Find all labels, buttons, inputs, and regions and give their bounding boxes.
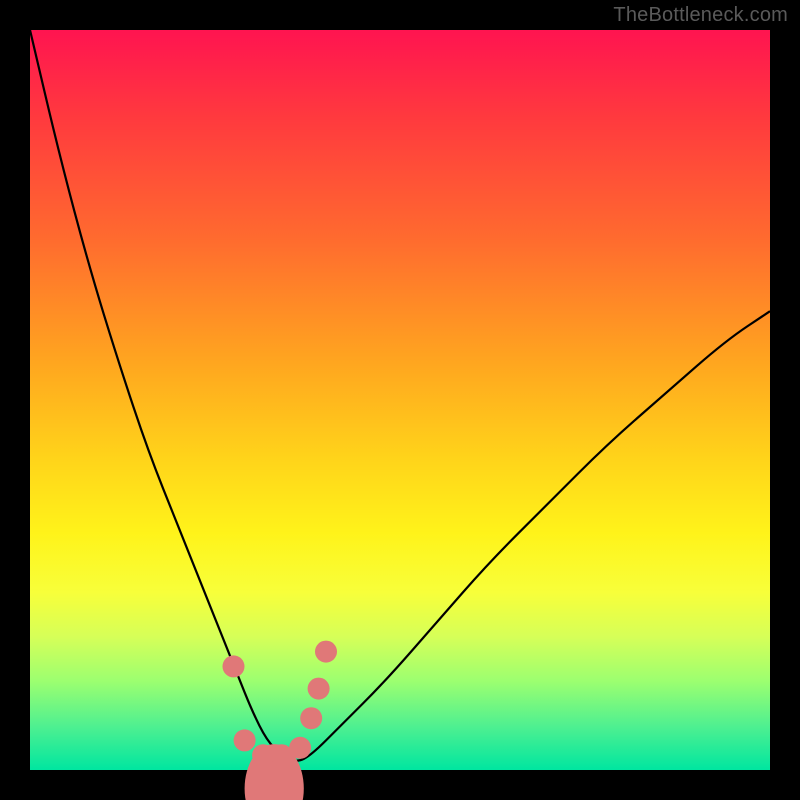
curve-svg — [30, 30, 770, 770]
data-marker — [289, 737, 311, 759]
chart-frame: TheBottleneck.com — [0, 0, 800, 800]
data-marker — [234, 729, 256, 751]
data-marker — [300, 707, 322, 729]
watermark-text: TheBottleneck.com — [613, 4, 788, 27]
markers-group — [223, 641, 338, 800]
data-marker — [223, 655, 245, 677]
data-marker — [315, 641, 337, 663]
plot-area — [30, 30, 770, 770]
data-marker — [308, 678, 330, 700]
bottleneck-curve — [30, 30, 770, 761]
